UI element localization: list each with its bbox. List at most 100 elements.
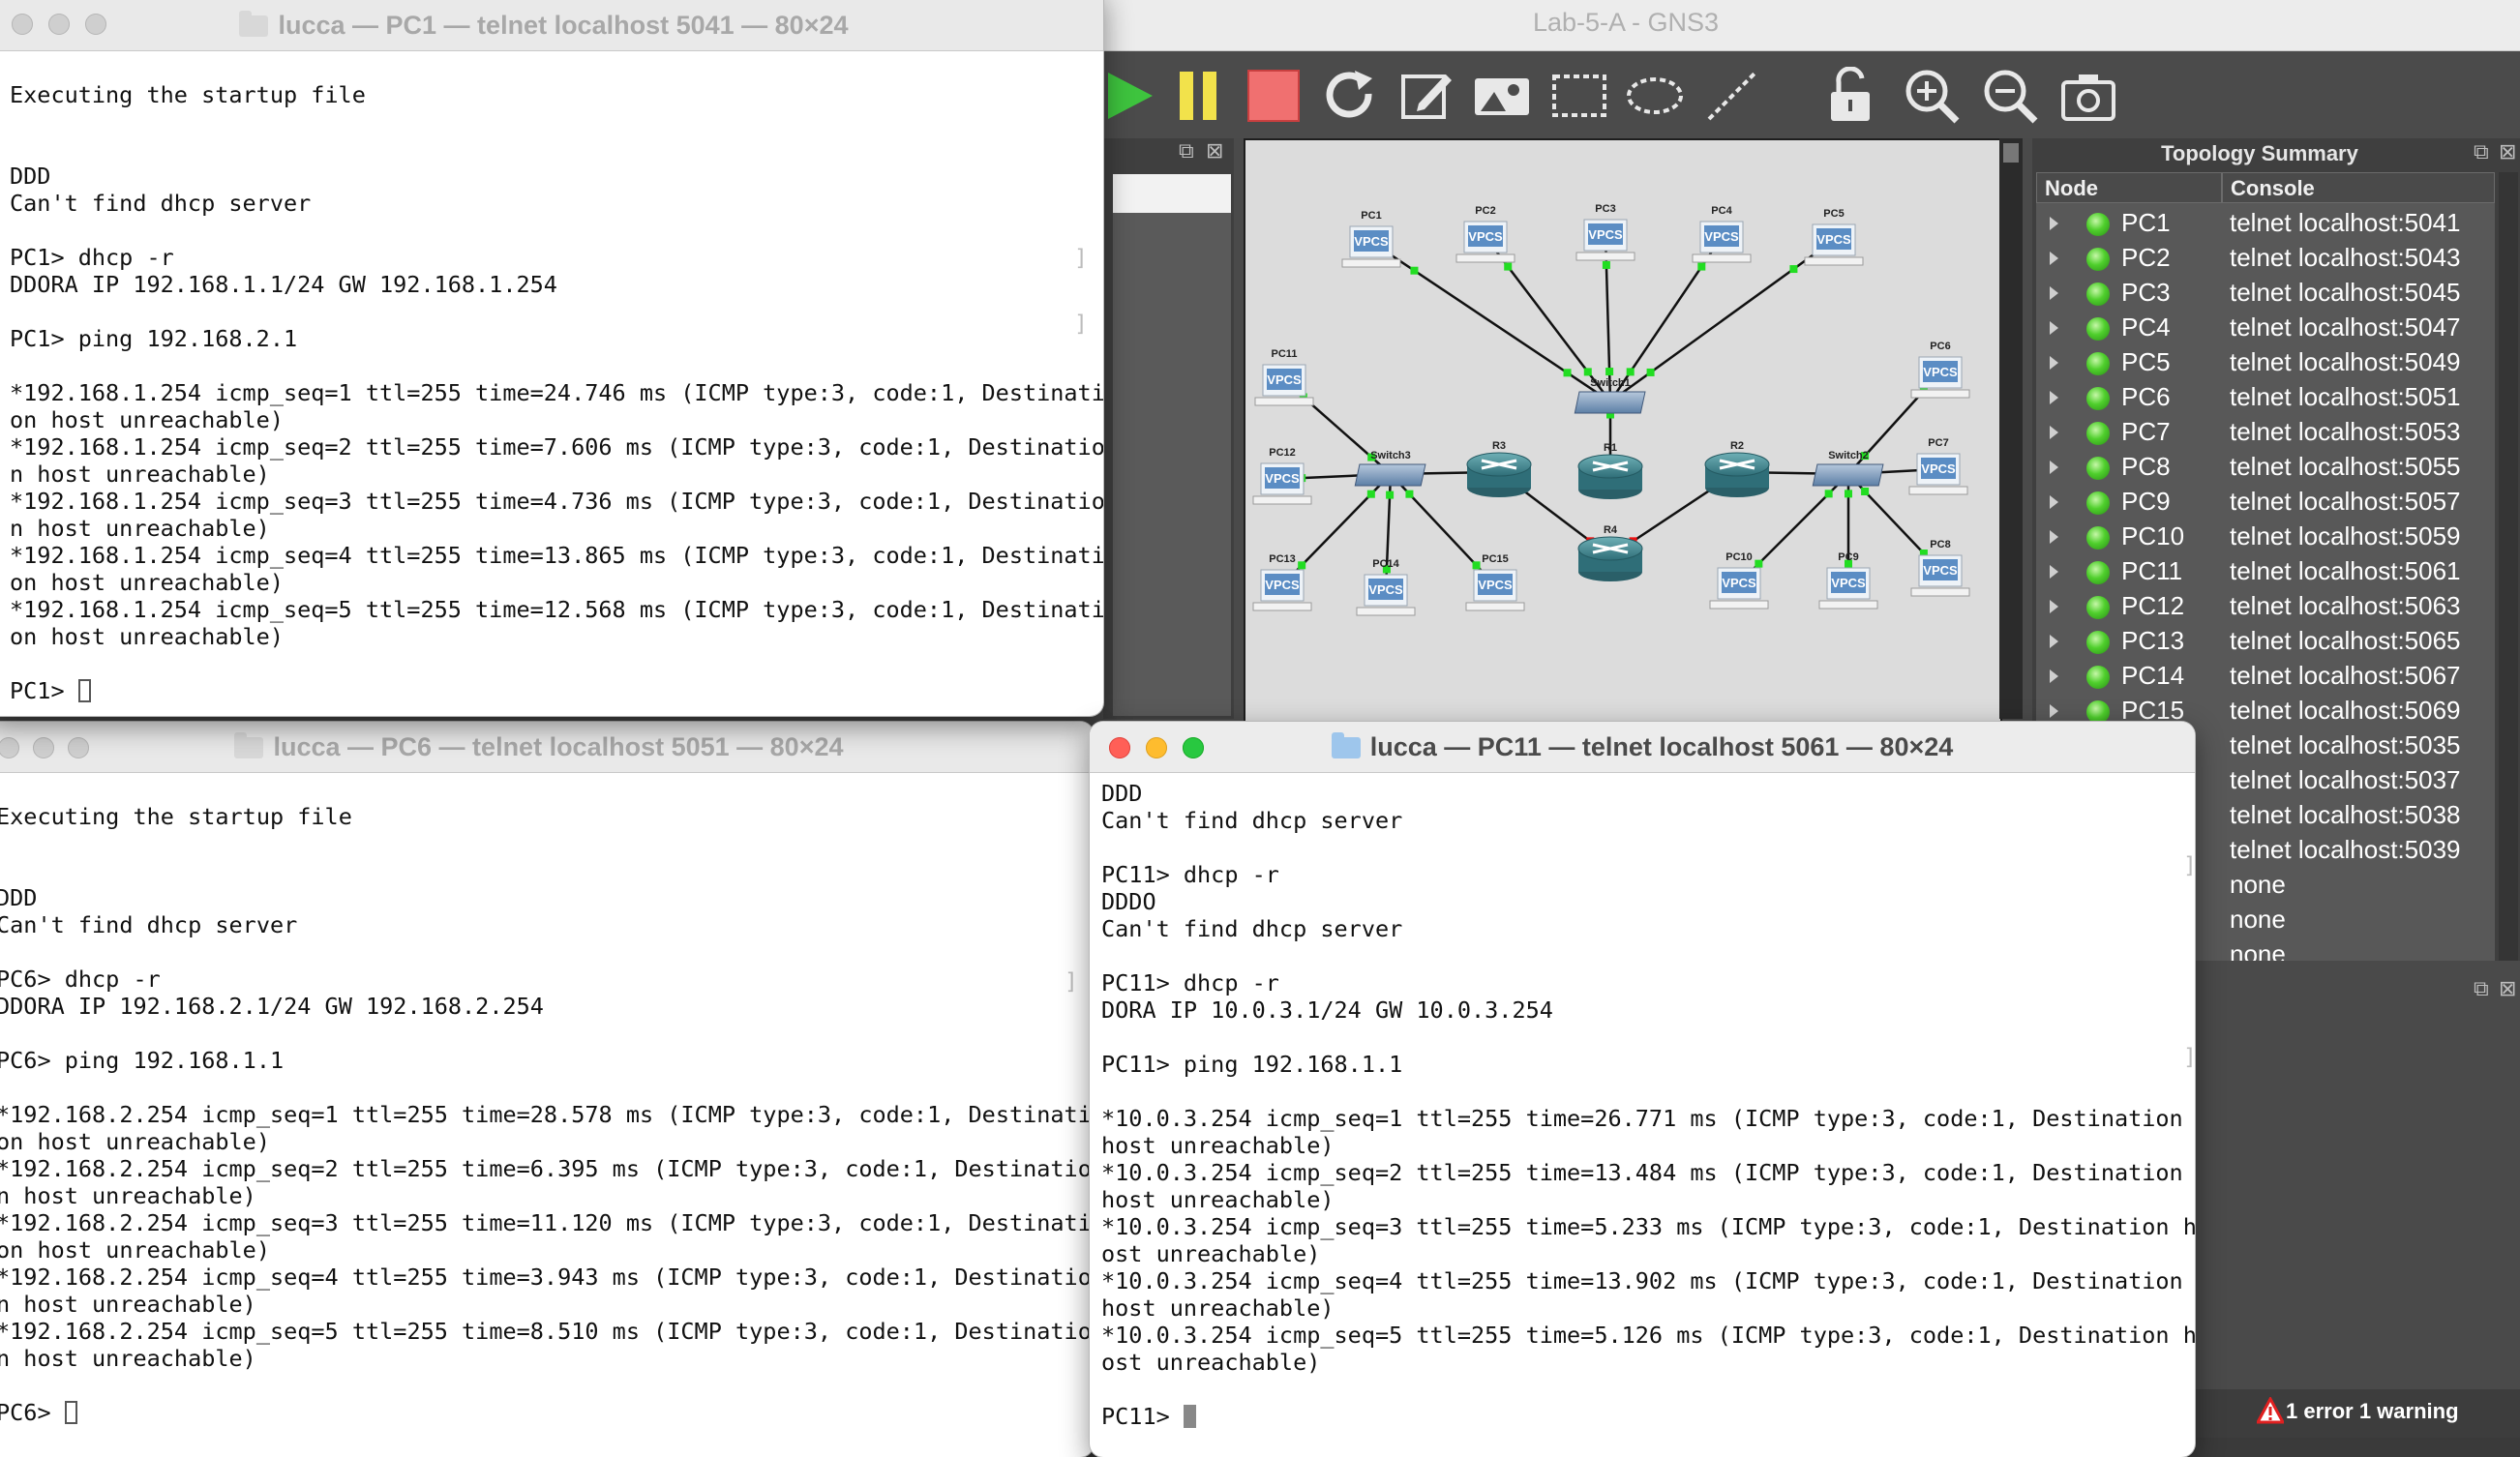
terminal-output[interactable]: Executing the startup file DDD Can't find … — [10, 81, 1103, 704]
canvas-scroll-thumb[interactable] — [2003, 143, 2019, 163]
terminal-cursor — [77, 679, 91, 702]
summary-row[interactable]: PC5 telnet localhost:5049 — [2036, 346, 2495, 381]
summary-row[interactable]: PC9 telnet localhost:5057 — [2036, 486, 2495, 520]
summary-row[interactable]: PC8 telnet localhost:5055 — [2036, 451, 2495, 486]
expand-arrow-icon[interactable] — [2050, 356, 2058, 370]
insert-picture-icon[interactable] — [1469, 63, 1535, 129]
dock-float-icon[interactable]: ⧉ — [1179, 139, 1194, 164]
vpcs-node-pc8[interactable]: VPCS PC8 — [1910, 539, 1970, 597]
minimize-button[interactable] — [1146, 737, 1167, 758]
switch-node-sw2[interactable]: Switch2 — [1812, 450, 1884, 487]
zoom-in-icon[interactable] — [1899, 63, 1965, 129]
zoom-button[interactable] — [85, 14, 106, 35]
summary-row[interactable]: PC6 telnet localhost:5051 — [2036, 381, 2495, 416]
minimize-button[interactable] — [48, 14, 70, 35]
topology-link[interactable] — [1370, 240, 1611, 403]
summary-row[interactable]: PC1 telnet localhost:5041 — [2036, 207, 2495, 242]
expand-arrow-icon[interactable] — [2050, 252, 2058, 265]
terminal-output[interactable]: Executing the startup file DDD Can't find … — [0, 803, 1092, 1426]
expand-arrow-icon[interactable] — [2050, 495, 2058, 509]
terminal-line: DDD — [10, 163, 51, 190]
terminal-window-pc11[interactable]: lucca — PC11 — telnet localhost 5061 — 8… — [1090, 722, 2195, 1457]
status-message[interactable]: 1 error 1 warning — [2286, 1399, 2459, 1424]
terminal-line: DDORA IP 192.168.1.1/24 GW 192.168.1.254 — [10, 271, 557, 298]
node-console: none — [2230, 870, 2286, 899]
column-header-node[interactable]: Node — [2036, 172, 2222, 203]
switch-node-sw3[interactable]: Switch3 — [1354, 450, 1426, 487]
terminal-titlebar[interactable]: lucca — PC1 — telnet localhost 5041 — 80… — [0, 0, 1103, 51]
expand-arrow-icon[interactable] — [2050, 426, 2058, 439]
vpcs-node-pc14[interactable]: VPCS PC14 — [1356, 558, 1416, 616]
vpcs-node-pc4[interactable]: VPCS PC4 — [1692, 205, 1752, 263]
summary-row[interactable]: PC12 telnet localhost:5063 — [2036, 590, 2495, 625]
vpcs-node-pc12[interactable]: VPCS PC12 — [1252, 447, 1312, 505]
terminal-titlebar[interactable]: lucca — PC11 — telnet localhost 5061 — 8… — [1090, 722, 2195, 773]
minimize-button[interactable] — [33, 737, 54, 758]
canvas-scrollbar[interactable] — [1999, 138, 2023, 719]
vpcs-node-pc5[interactable]: VPCS PC5 — [1804, 208, 1864, 266]
expand-arrow-icon[interactable] — [2050, 635, 2058, 648]
terminal-prompt-line[interactable]: PC1> — [10, 677, 1103, 704]
router-node-r1[interactable]: R1 — [1577, 442, 1643, 499]
router-node-r3[interactable]: R3 — [1466, 440, 1532, 497]
terminal-titlebar[interactable]: lucca — PC6 — telnet localhost 5051 — 80… — [0, 722, 1094, 773]
draw-rectangle-icon[interactable] — [1546, 63, 1612, 129]
play-icon[interactable] — [1098, 63, 1164, 129]
summary-scrollbar[interactable] — [2499, 172, 2518, 961]
expand-arrow-icon[interactable] — [2050, 391, 2058, 404]
expand-arrow-icon[interactable] — [2050, 321, 2058, 335]
vpcs-label: VPCS — [1468, 229, 1503, 244]
zoom-button[interactable] — [68, 737, 89, 758]
terminal-prompt-line[interactable]: PC6> — [0, 1399, 1092, 1426]
topology-canvas[interactable]: VPCS PC1 VPCS PC2 VPCS PC3 VPCS PC4 VPCS PC5 VPCS P… — [1244, 138, 2002, 723]
node-console: telnet localhost:5047 — [2230, 312, 2461, 342]
zoom-out-icon[interactable] — [1977, 63, 2043, 129]
terminal-window-pc6[interactable]: lucca — PC6 — telnet localhost 5051 — 80… — [0, 722, 1094, 1457]
draw-ellipse-icon[interactable] — [1622, 63, 1688, 129]
edit-note-icon[interactable] — [1394, 63, 1459, 129]
reload-icon[interactable] — [1318, 63, 1384, 129]
router-node-r4[interactable]: R4 — [1577, 524, 1643, 581]
terminal-output[interactable]: DDD Can't find dhcp server PC11> dhcp -r DD… — [1101, 780, 2195, 1430]
expand-arrow-icon[interactable] — [2050, 461, 2058, 474]
expand-arrow-icon[interactable] — [2050, 217, 2058, 230]
mark-bracket: ] — [1074, 246, 1088, 271]
summary-row[interactable]: PC14 telnet localhost:5067 — [2036, 660, 2495, 695]
summary-row[interactable]: PC10 telnet localhost:5059 — [2036, 520, 2495, 555]
summary-row[interactable]: PC11 telnet localhost:5061 — [2036, 555, 2495, 590]
dock-close-icon[interactable]: ⊠ — [1206, 139, 1223, 164]
lock-icon[interactable] — [1817, 63, 1883, 129]
expand-arrow-icon[interactable] — [2050, 565, 2058, 579]
column-header-console[interactable]: Console — [2222, 172, 2495, 203]
expand-arrow-icon[interactable] — [2050, 669, 2058, 683]
vpcs-node-pc1[interactable]: VPCS PC1 — [1341, 210, 1401, 268]
vpcs-node-pc9[interactable]: VPCS PC9 — [1818, 551, 1878, 610]
console-float-icon[interactable]: ⧉ — [2474, 977, 2489, 1001]
stop-icon[interactable] — [1241, 63, 1306, 129]
expand-arrow-icon[interactable] — [2050, 286, 2058, 300]
terminal-window-pc1[interactable]: lucca — PC1 — telnet localhost 5041 — 80… — [0, 0, 1103, 716]
summary-row[interactable]: PC7 telnet localhost:5053 — [2036, 416, 2495, 451]
expand-arrow-icon[interactable] — [2050, 600, 2058, 613]
zoom-button[interactable] — [1183, 737, 1204, 758]
mark-bracket: ] — [2183, 1045, 2195, 1070]
summary-row[interactable]: PC13 telnet localhost:5065 — [2036, 625, 2495, 660]
expand-arrow-icon[interactable] — [2050, 530, 2058, 544]
terminal-prompt-line[interactable]: PC11> — [1101, 1403, 2195, 1430]
summary-row[interactable]: PC3 telnet localhost:5045 — [2036, 277, 2495, 312]
expand-arrow-icon[interactable] — [2050, 704, 2058, 718]
draw-line-icon[interactable] — [1699, 63, 1765, 129]
screenshot-icon[interactable] — [2055, 63, 2121, 129]
router-node-r2[interactable]: R2 — [1704, 440, 1770, 497]
pause-icon[interactable] — [1166, 63, 1232, 129]
close-button[interactable] — [1109, 737, 1130, 758]
summary-close-icon[interactable]: ⊠ — [2499, 140, 2516, 164]
close-button[interactable] — [12, 14, 33, 35]
console-close-icon[interactable]: ⊠ — [2499, 977, 2516, 1001]
summary-row[interactable]: PC4 telnet localhost:5047 — [2036, 312, 2495, 346]
summary-row[interactable]: PC2 telnet localhost:5043 — [2036, 242, 2495, 277]
topology-link[interactable] — [1609, 238, 1835, 403]
vpcs-node-pc2[interactable]: VPCS PC2 — [1455, 205, 1515, 263]
vpcs-node-pc7[interactable]: VPCS PC7 — [1908, 437, 1968, 495]
summary-float-icon[interactable]: ⧉ — [2474, 140, 2489, 164]
